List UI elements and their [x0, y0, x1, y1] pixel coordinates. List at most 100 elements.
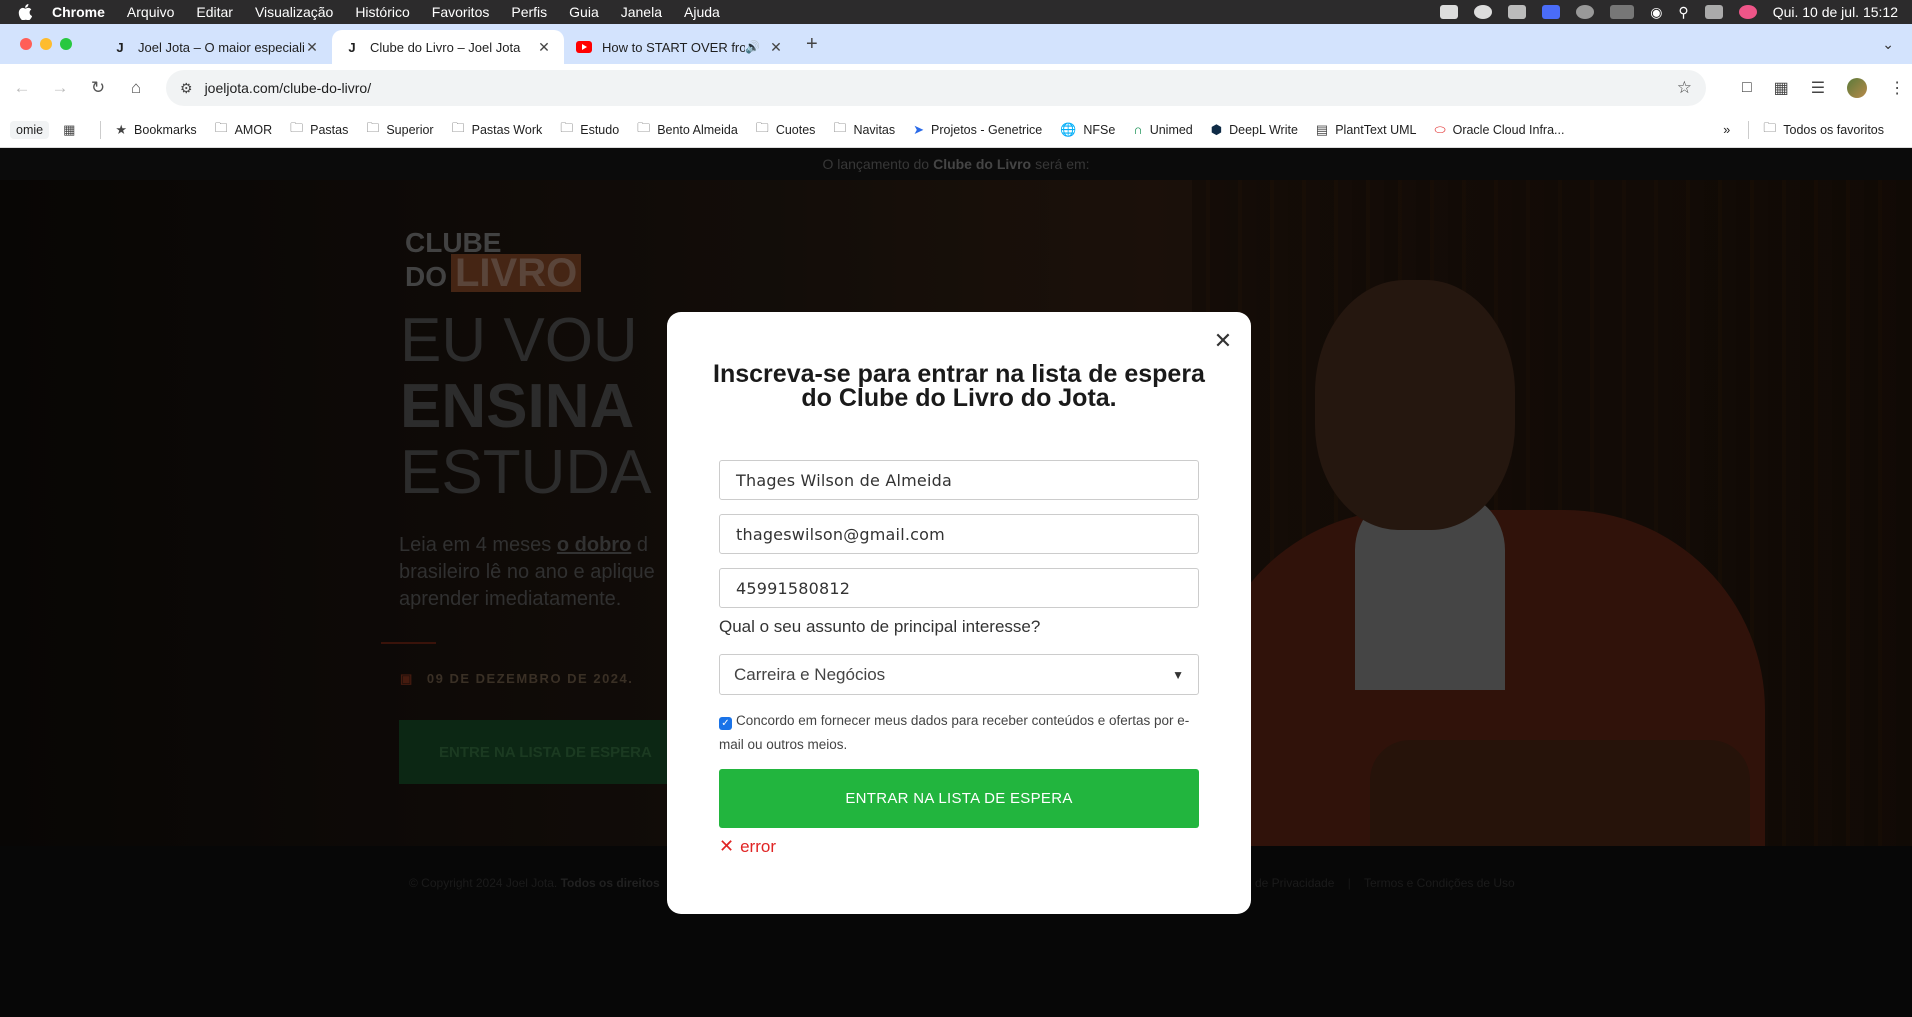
folder-icon: 🗀 [1763, 119, 1777, 135]
bookmark-star-icon[interactable]: ☆ [1677, 78, 1692, 98]
tab-youtube[interactable]: How to START OVER from 🔊 ✕ [564, 30, 796, 64]
menu-ajuda[interactable]: Ajuda [684, 4, 720, 20]
more-bookmarks-chevron-icon[interactable]: » [1723, 123, 1730, 137]
menubar-clock[interactable]: Qui. 10 de jul. 15:12 [1773, 4, 1898, 20]
home-icon[interactable]: ⌂ [120, 72, 152, 104]
error-x-icon: ✕ [719, 836, 735, 856]
speaker-icon[interactable]: 🔊 [745, 40, 760, 54]
submit-waitlist-button[interactable]: ENTRAR NA LISTA DE ESPERA [719, 769, 1199, 828]
menu-arquivo[interactable]: Arquivo [127, 4, 174, 20]
address-bar[interactable]: ⚙ joeljota.com/clube-do-livro/ ☆ [166, 70, 1706, 106]
bookmark-folder-estudo[interactable]: 🗀 Estudo [560, 119, 619, 141]
grammarly-icon[interactable] [1474, 5, 1493, 19]
reload-icon[interactable]: ↻ [82, 72, 114, 104]
email-field[interactable]: thageswilson@gmail.com [719, 514, 1199, 554]
minimize-window-button[interactable] [40, 38, 52, 50]
tab-clube-do-livro[interactable]: J Clube do Livro – Joel Jota ✕ [332, 30, 564, 64]
close-tab-icon[interactable]: ✕ [536, 39, 552, 56]
rights-text: Todos os direitos [560, 876, 660, 890]
chrome-menu-icon[interactable]: ⋮ [1889, 78, 1905, 98]
bookmark-planttext-uml[interactable]: ▤ PlantText UML [1316, 122, 1417, 138]
close-tab-icon[interactable]: ✕ [768, 39, 784, 56]
menu-editar[interactable]: Editar [196, 4, 233, 20]
terms-link[interactable]: Termos e Condições de Uso [1364, 876, 1515, 890]
screen-mirror-icon[interactable] [1542, 5, 1561, 19]
bookmark-label: NFSe [1083, 122, 1116, 137]
interest-selected-value: Carreira e Negócios [734, 664, 886, 684]
apps-grid-icon[interactable]: ▦ [63, 122, 82, 138]
bookmark-label: Todos os favoritos [1783, 122, 1884, 137]
menu-historico[interactable]: Histórico [355, 4, 409, 20]
cleaner-icon[interactable] [1508, 5, 1527, 19]
menu-app-name[interactable]: Chrome [52, 4, 105, 20]
close-window-button[interactable] [20, 38, 32, 50]
logo-text-do: DO [405, 261, 447, 292]
tab-search-icon[interactable]: ⌄ [1882, 36, 1894, 53]
zoom-window-button[interactable] [60, 38, 72, 50]
launch-banner: O lançamento do Clube do Livro será em: [0, 148, 1912, 180]
apple-icon[interactable] [18, 4, 38, 20]
folder-icon: 🗀 [637, 119, 651, 135]
bookmark-bookmarks[interactable]: ★ Bookmarks [115, 122, 196, 138]
menu-guia[interactable]: Guia [569, 4, 599, 20]
jira-icon: ➤ [913, 121, 925, 137]
divider [381, 642, 436, 644]
control-center-icon[interactable] [1704, 5, 1723, 19]
bookmark-nfse[interactable]: 🌐 NFSe [1060, 122, 1115, 138]
battery-icon[interactable] [1610, 5, 1635, 19]
bookmark-folder-pastas[interactable]: 🗀 Pastas [290, 119, 348, 141]
hero-waitlist-button[interactable]: ENTRE NA LISTA DE ESPERA [399, 720, 669, 784]
spotlight-search-icon[interactable]: ⚲ [1678, 4, 1688, 21]
bookmark-folder-bento-almeida[interactable]: 🗀 Bento Almeida [637, 119, 738, 141]
folder-icon: 🗀 [290, 119, 304, 135]
consent-checkbox[interactable]: ✓ [719, 717, 732, 730]
folder-icon: 🗀 [833, 119, 847, 135]
menu-perfis[interactable]: Perfis [511, 4, 547, 20]
bookmark-omie[interactable]: omie [10, 120, 50, 139]
privacy-link[interactable]: de Privacidade [1255, 876, 1334, 890]
bookmark-folder-superior[interactable]: 🗀 Superior [366, 119, 433, 141]
siri-icon[interactable] [1738, 5, 1757, 19]
bookmark-folder-pastas-work[interactable]: 🗀 Pastas Work [452, 119, 543, 141]
menu-visualizacao[interactable]: Visualização [255, 4, 333, 20]
bookmark-unimed[interactable]: ∩ Unimed [1133, 122, 1192, 137]
macos-menubar: Chrome Arquivo Editar Visualização Histó… [0, 0, 1912, 24]
media-control-icon[interactable]: ☰ [1811, 78, 1825, 98]
url-text[interactable]: joeljota.com/clube-do-livro/ [205, 80, 372, 96]
bookmark-label: DeepL Write [1229, 122, 1298, 137]
wifi-icon[interactable]: ◉ [1650, 4, 1662, 21]
close-tab-icon[interactable]: ✕ [304, 39, 320, 56]
close-icon[interactable]: ✕ [1211, 328, 1235, 353]
interest-select[interactable]: Carreira e Negócios ▼ [719, 654, 1199, 695]
bookmark-folder-cuotes[interactable]: 🗀 Cuotes [756, 119, 816, 141]
menu-janela[interactable]: Janela [621, 4, 662, 20]
launch-date-text: 09 DE DEZEMBRO DE 2024. [426, 671, 634, 686]
menu-favoritos[interactable]: Favoritos [432, 4, 490, 20]
bookmark-folder-navitas[interactable]: 🗀 Navitas [833, 119, 895, 141]
subtitle-bold-text: o dobro [556, 534, 632, 556]
headline-line: ENSINA [400, 372, 635, 441]
bookmark-oracle-cloud[interactable]: ⬭ Oracle Cloud Infra... [1434, 122, 1564, 138]
bookmark-all-favorites[interactable]: 🗀 Todos os favoritos [1763, 119, 1884, 141]
new-tab-button[interactable]: + [806, 33, 818, 56]
forward-icon[interactable]: → [44, 72, 76, 104]
name-field[interactable]: Thages Wilson de Almeida [719, 460, 1199, 500]
browser-toolbar: ← → ↻ ⌂ ⚙ joeljota.com/clube-do-livro/ ☆… [0, 64, 1912, 112]
extensions-puzzle-icon[interactable]: ▦ [1774, 78, 1789, 98]
site-info-icon[interactable]: ⚙ [180, 80, 193, 97]
folder-icon: 🗀 [214, 119, 228, 135]
bookmark-deepl-write[interactable]: ⬢ DeepL Write [1211, 122, 1298, 138]
profile-avatar[interactable] [1847, 78, 1868, 98]
waitlist-modal: ✕ Inscreva-se para entrar na lista de es… [667, 312, 1251, 914]
back-icon[interactable]: ← [6, 72, 38, 104]
bookmark-folder-amor[interactable]: 🗀 AMOR [215, 119, 273, 141]
bookmark-projetos-genetrice[interactable]: ➤ Projetos - Genetrice [913, 122, 1042, 138]
footer-links: de Privacidade | Termos e Condições de U… [1255, 876, 1515, 890]
window-controls [20, 38, 72, 50]
extension-icon[interactable]: □ [1742, 79, 1752, 97]
drive-icon[interactable] [1440, 5, 1459, 19]
phone-field[interactable]: 45991580812 [719, 568, 1199, 608]
play-icon[interactable] [1576, 5, 1595, 19]
tab-title: Joel Jota – O maior especiali [138, 39, 304, 55]
tab-joel-jota[interactable]: J Joel Jota – O maior especiali ✕ [100, 30, 332, 64]
